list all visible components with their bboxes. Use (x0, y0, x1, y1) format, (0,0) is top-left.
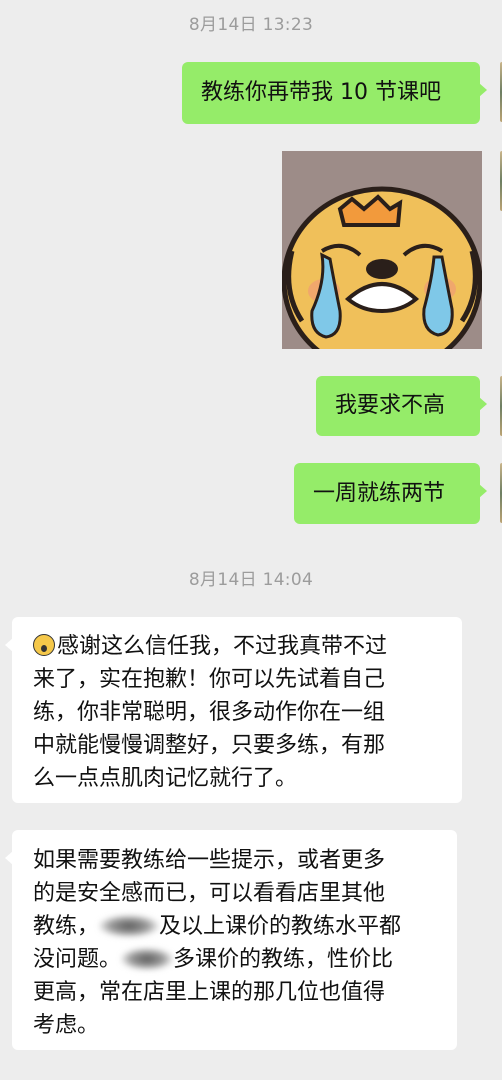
crying-bear-sticker[interactable] (282, 151, 482, 349)
message-text: 及以上课价的教练水平都 (159, 914, 402, 939)
message-line: 没问题。 多课价的教练，性价比 (33, 943, 457, 976)
redacted-blur (121, 948, 174, 970)
timestamp: 8月14日 13:23 (188, 15, 314, 35)
timestamp: 8月14日 14:04 (188, 570, 314, 590)
message-text: 一周就练两节 (313, 481, 446, 506)
message-line: 考虑。 (33, 1013, 100, 1038)
message-line: 中就能慢慢调整好，只要多练，有那 (33, 733, 386, 758)
outgoing-message-bubble[interactable]: 我要求不高 (316, 376, 487, 436)
message-line: 来了，实在抱歉！你可以先试着自己 (33, 667, 386, 692)
message-line: 感谢这么信任我，不过我真带不过 (33, 630, 462, 663)
message-line: 教练， 及以上课价的教练水平都 (33, 910, 457, 943)
message-text: 我要求不高 (335, 393, 446, 418)
message-line: 练，你非常聪明，很多动作你在一组 (33, 700, 386, 725)
message-text: 没问题。 (33, 947, 122, 972)
message-line: 么一点点肌肉记忆就行了。 (33, 766, 298, 791)
outgoing-message-bubble[interactable]: 一周就练两节 (294, 463, 487, 524)
redacted-blur (99, 915, 160, 937)
incoming-message-bubble[interactable]: 感谢这么信任我，不过我真带不过 来了，实在抱歉！你可以先试着自己 练，你非常聪明… (5, 617, 462, 803)
message-text: 教练你再带我 10 节课吧 (201, 80, 441, 105)
bear-sticker-image (282, 151, 482, 349)
message-text: 多课价的教练，性价比 (173, 947, 394, 972)
message-line: 如果需要教练给一些提示，或者更多 (33, 848, 386, 873)
message-line: 更高，常在店里上课的那几位也值得 (33, 980, 386, 1005)
face-with-open-mouth-emoji (33, 634, 55, 656)
message-text: 感谢这么信任我，不过我真带不过 (57, 634, 388, 659)
incoming-message-bubble[interactable]: 如果需要教练给一些提示，或者更多 的是安全感而已，可以看看店里其他 教练， 及以上… (5, 830, 457, 1050)
message-line: 的是安全感而已，可以看看店里其他 (33, 881, 386, 906)
message-text: 教练， (33, 914, 100, 939)
outgoing-message-bubble[interactable]: 教练你再带我 10 节课吧 (182, 62, 487, 124)
